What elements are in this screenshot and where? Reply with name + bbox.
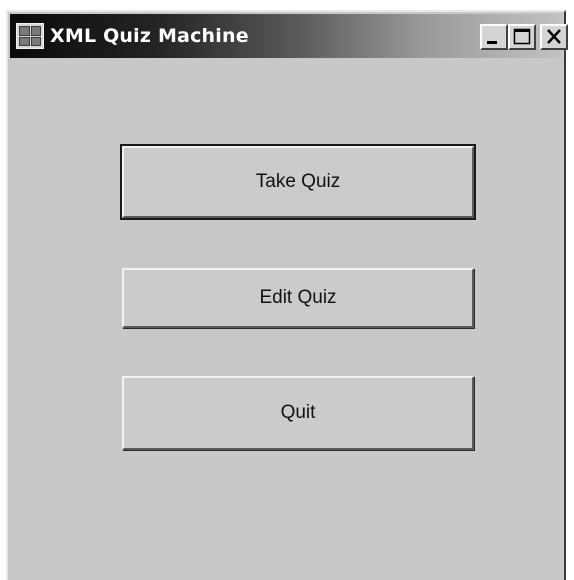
close-icon bbox=[547, 29, 561, 44]
take-quiz-button[interactable]: Take Quiz bbox=[120, 144, 476, 220]
minimize-button[interactable] bbox=[480, 24, 508, 50]
app-window: XML Quiz Machine Take Quiz Edit Quiz Qui… bbox=[6, 10, 568, 580]
maximize-icon bbox=[513, 28, 531, 45]
edit-quiz-button[interactable]: Edit Quiz bbox=[122, 268, 474, 328]
window-title: XML Quiz Machine bbox=[50, 25, 249, 47]
minimize-icon bbox=[487, 41, 497, 44]
app-icon-cell bbox=[31, 37, 41, 46]
app-icon-cell bbox=[19, 26, 30, 36]
app-icon[interactable] bbox=[16, 23, 44, 49]
app-icon-cell bbox=[31, 26, 41, 36]
close-button[interactable] bbox=[540, 24, 568, 50]
maximize-button[interactable] bbox=[508, 24, 536, 50]
app-icon-cell bbox=[19, 37, 30, 46]
quit-button[interactable]: Quit bbox=[122, 376, 474, 450]
title-bar[interactable]: XML Quiz Machine bbox=[10, 14, 568, 58]
